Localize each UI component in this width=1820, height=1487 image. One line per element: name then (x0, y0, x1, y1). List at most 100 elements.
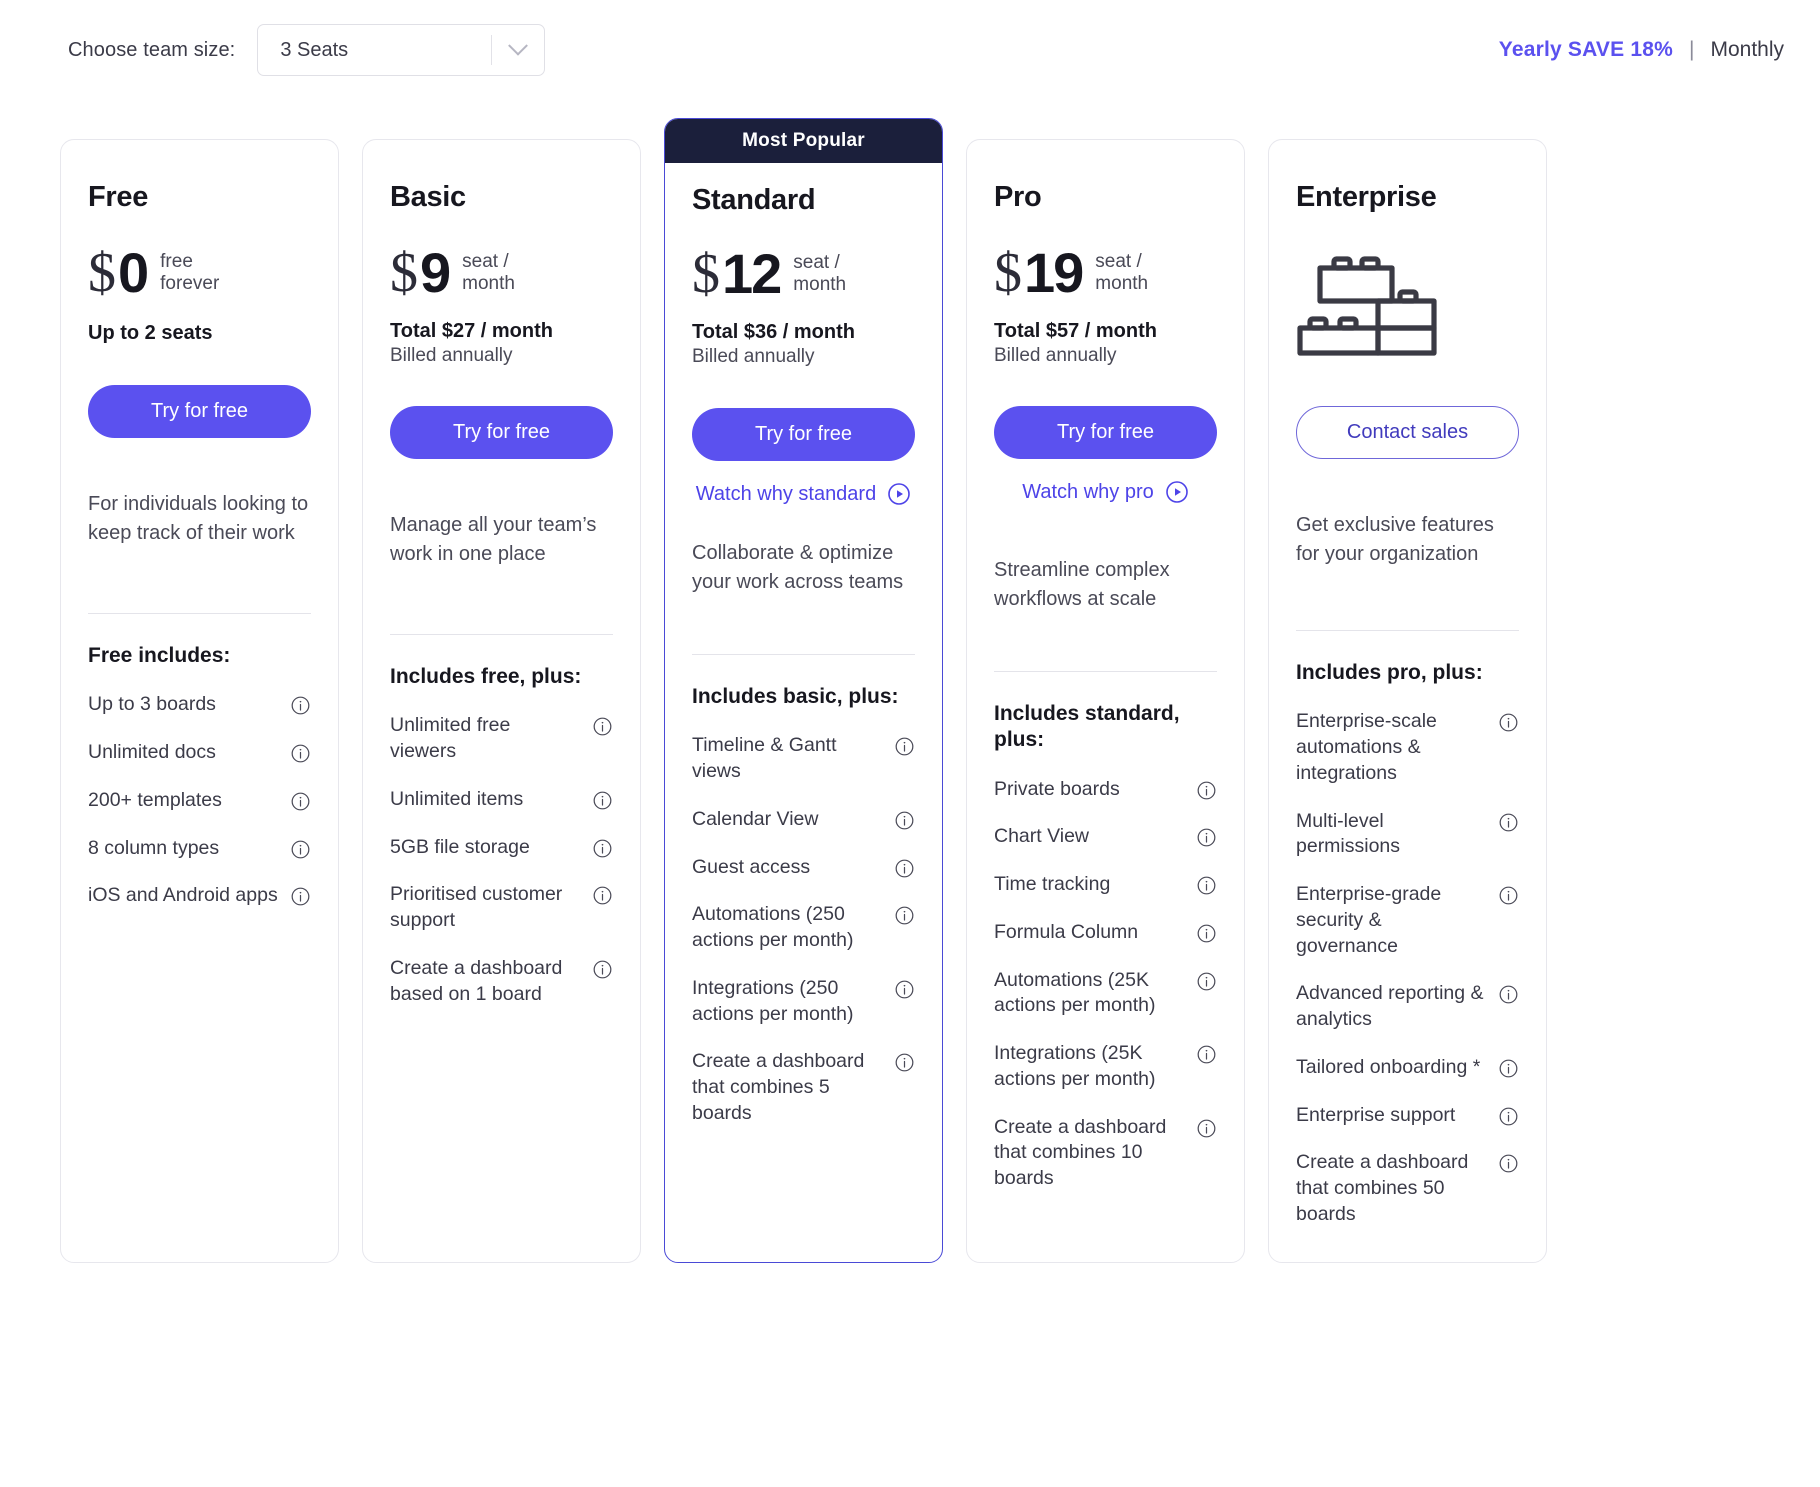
info-icon[interactable] (894, 858, 915, 879)
try-for-free-button[interactable]: Try for free (692, 408, 915, 461)
info-icon[interactable] (1498, 1153, 1519, 1174)
feature-row: Create a dashboard that combines 50 boar… (1296, 1139, 1519, 1238)
info-icon[interactable] (1498, 712, 1519, 733)
chevron-down-icon[interactable] (492, 25, 544, 75)
feature-label: Integrations (250 actions per month) (692, 976, 854, 1025)
info-icon[interactable] (1196, 923, 1217, 944)
info-icon[interactable] (894, 905, 915, 926)
lego-blocks-icon (1297, 256, 1437, 356)
section-divider (994, 671, 1217, 673)
plan-name: Basic (390, 181, 466, 213)
price-period: free forever (160, 250, 220, 294)
feature-row: Up to 3 boards (88, 681, 311, 729)
info-icon[interactable] (1196, 1118, 1217, 1139)
feature-label: Automations (25K actions per month) (994, 968, 1156, 1017)
billing-monthly-option[interactable]: Monthly (1710, 38, 1784, 62)
info-icon[interactable] (592, 716, 613, 737)
feature-row: iOS and Android apps (88, 872, 311, 920)
try-for-free-button[interactable]: Try for free (390, 406, 613, 459)
feature-label: Up to 3 boards (88, 693, 216, 716)
plan-name: Standard (692, 184, 816, 216)
info-icon[interactable] (1498, 812, 1519, 833)
price-amount: 0 (118, 241, 149, 304)
feature-row: 200+ templates (88, 777, 311, 825)
feature-label: Multi-level permissions (1296, 809, 1401, 858)
feature-row: Enterprise-scale automations & integrati… (1296, 698, 1519, 797)
info-icon[interactable] (290, 743, 311, 764)
feature-row: 5GB file storage (390, 824, 613, 872)
pricing-toolbar: Choose team size: 3 Seats Yearly SAVE 18… (0, 0, 1820, 100)
info-icon[interactable] (592, 790, 613, 811)
billing-separator: | (1689, 38, 1695, 61)
info-icon[interactable] (894, 979, 915, 1000)
info-icon[interactable] (290, 839, 311, 860)
try-for-free-button[interactable]: Try for free (994, 406, 1217, 459)
plan-name: Enterprise (1296, 181, 1437, 213)
feature-label: 5GB file storage (390, 835, 530, 858)
section-divider (390, 634, 613, 636)
feature-row: Advanced reporting & analytics (1296, 970, 1519, 1043)
info-icon[interactable] (1196, 780, 1217, 801)
plan-tagline: Manage all your team’s work in one place (390, 514, 597, 565)
info-icon[interactable] (894, 810, 915, 831)
info-icon[interactable] (894, 1052, 915, 1073)
info-icon[interactable] (592, 959, 613, 980)
feature-row: Create a dashboard based on 1 board (390, 945, 613, 1018)
price-amount: 9 (420, 241, 451, 304)
info-icon[interactable] (1498, 885, 1519, 906)
info-icon[interactable] (1196, 971, 1217, 992)
plan-billed-note: Billed annually (692, 346, 815, 367)
info-icon[interactable] (1498, 1058, 1519, 1079)
feature-list: Private boards Chart View Time tracking … (994, 766, 1217, 1203)
watch-link-label: Watch why standard (695, 482, 877, 505)
currency-symbol: $ (390, 242, 418, 304)
plan-card-basic: Basic $ 9 seat / month Total $27 / month… (362, 139, 641, 1263)
currency-symbol: $ (88, 242, 116, 304)
billing-yearly-option[interactable]: Yearly SAVE 18% (1499, 38, 1673, 62)
plan-card-enterprise: Enterprise Contact sales Get exclusive f… (1268, 139, 1547, 1263)
info-icon[interactable] (1498, 984, 1519, 1005)
feature-label: Automations (250 actions per month) (692, 903, 854, 952)
plan-total: Total $36 / month (692, 321, 855, 343)
info-icon[interactable] (1196, 827, 1217, 848)
feature-row: Integrations (25K actions per month) (994, 1030, 1217, 1103)
feature-list: Unlimited free viewers Unlimited items 5… (390, 702, 613, 1018)
info-icon[interactable] (1196, 1044, 1217, 1065)
feature-label: Unlimited free viewers (390, 714, 511, 763)
try-for-free-button[interactable]: Try for free (88, 385, 311, 438)
feature-label: Formula Column (994, 920, 1139, 943)
feature-row: 8 column types (88, 825, 311, 873)
contact-sales-button[interactable]: Contact sales (1296, 406, 1519, 459)
feature-row: Timeline & Gantt views (692, 722, 915, 795)
info-icon[interactable] (290, 886, 311, 907)
feature-label: Guest access (692, 855, 811, 878)
plan-total: Total $57 / month (994, 320, 1157, 342)
feature-label: Private boards (994, 777, 1120, 800)
info-icon[interactable] (894, 736, 915, 757)
feature-label: Enterprise support (1296, 1103, 1456, 1126)
billing-period-toggle: Yearly SAVE 18% | Monthly (1499, 38, 1784, 62)
info-icon[interactable] (592, 838, 613, 859)
plan-name: Free (88, 181, 149, 213)
info-icon[interactable] (290, 695, 311, 716)
info-icon[interactable] (290, 791, 311, 812)
feature-row: Create a dashboard that combines 10 boar… (994, 1104, 1217, 1203)
feature-row: Enterprise support (1296, 1092, 1519, 1140)
watch-why-standard-link[interactable]: Watch why standard (692, 482, 915, 506)
feature-label: Create a dashboard that combines 5 board… (692, 1050, 865, 1124)
feature-row: Create a dashboard that combines 5 board… (692, 1038, 915, 1137)
info-icon[interactable] (1196, 875, 1217, 896)
plan-billed-note: Billed annually (994, 345, 1117, 366)
info-icon[interactable] (1498, 1106, 1519, 1127)
watch-why-pro-link[interactable]: Watch why pro (994, 480, 1217, 504)
info-icon[interactable] (592, 885, 613, 906)
feature-list: Timeline & Gantt views Calendar View Gue… (692, 722, 915, 1137)
watch-link-label: Watch why pro (1022, 480, 1154, 503)
feature-row: Calendar View (692, 796, 915, 844)
feature-label: 200+ templates (88, 788, 222, 811)
play-circle-icon[interactable] (1165, 480, 1189, 504)
plan-price: $ 12 seat / month (692, 243, 915, 305)
play-circle-icon[interactable] (887, 482, 911, 506)
team-size-select[interactable]: 3 Seats (257, 24, 546, 76)
feature-label: Enterprise-scale automations & integrati… (1296, 710, 1437, 784)
